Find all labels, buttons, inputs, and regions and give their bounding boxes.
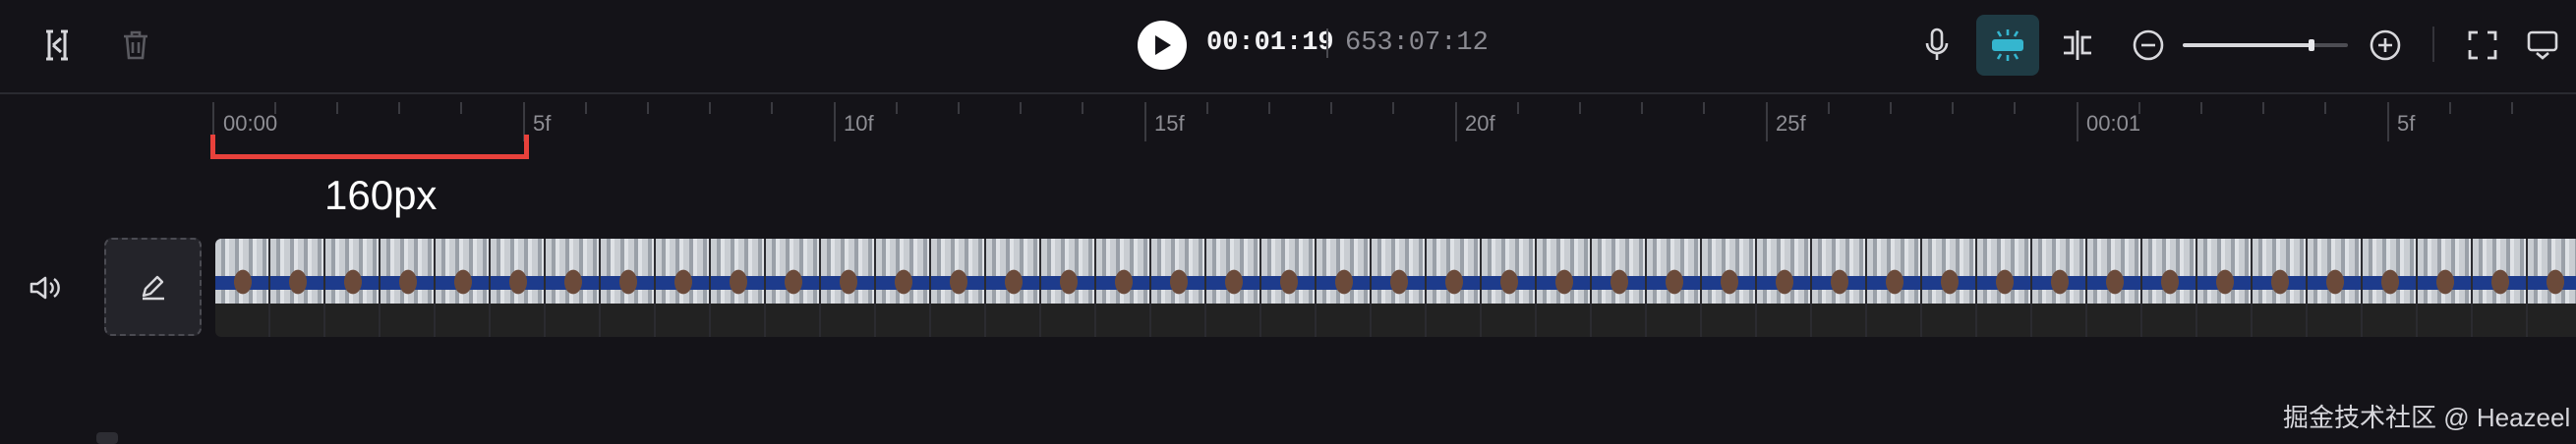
zoom-out-icon[interactable] [2129, 26, 2168, 65]
ruler-minor-tick [2014, 102, 2016, 114]
video-clip-frame-dividers [215, 239, 2576, 337]
split-icon[interactable] [37, 24, 77, 67]
ruler-minor-tick [2511, 102, 2513, 114]
ruler-label: 5f [2397, 111, 2416, 136]
edit-cover-icon [142, 275, 164, 301]
more-icon[interactable] [2523, 26, 2562, 65]
magnet-snap-icon[interactable] [1986, 26, 2029, 65]
ruler-label: 00:00 [223, 111, 278, 136]
zoom-slider-handle[interactable] [2309, 39, 2314, 51]
ruler-minor-tick [1579, 102, 1581, 114]
ruler-minor-tick [1517, 102, 1519, 114]
scrollbar-handle[interactable] [96, 432, 118, 444]
ruler-label: 20f [1465, 111, 1495, 136]
ruler-tick [1766, 102, 1768, 141]
ruler-minor-tick [585, 102, 587, 114]
play-button[interactable] [1138, 21, 1187, 70]
ruler-minor-tick [1020, 102, 1022, 114]
ruler-minor-tick [460, 102, 462, 114]
current-time: 00:01:19 [1206, 28, 1334, 58]
speaker-icon[interactable] [24, 267, 65, 308]
ruler-minor-tick [1330, 102, 1332, 114]
ruler-minor-tick [1392, 102, 1394, 114]
total-duration: 653:07:12 [1345, 28, 1489, 58]
ruler-minor-tick [1641, 102, 1643, 114]
ruler-minor-tick [896, 102, 898, 114]
ruler-label: 5f [533, 111, 552, 136]
ruler-minor-tick [958, 102, 960, 114]
time-separator [1326, 28, 1328, 58]
ruler-tick [1455, 102, 1457, 141]
watermark: 掘金技术社区 @ Heazeel [2283, 403, 2571, 432]
ruler-minor-tick [1952, 102, 1954, 114]
ruler-minor-tick [2449, 102, 2451, 114]
toolbar-divider [2432, 27, 2434, 62]
ruler-tick [834, 102, 836, 141]
ruler-minor-tick [2324, 102, 2326, 114]
ruler-minor-tick [336, 102, 338, 114]
ruler-tick [2077, 102, 2078, 141]
ruler-tick [1144, 102, 1146, 141]
edit-cover-button[interactable] [104, 238, 202, 336]
ruler-minor-tick [1206, 102, 1208, 114]
ruler-minor-tick [647, 102, 649, 114]
play-icon [1155, 35, 1171, 55]
zoom-in-icon[interactable] [2366, 26, 2405, 65]
ruler-minor-tick [1703, 102, 1705, 114]
ruler-tick [2387, 102, 2389, 141]
ruler-minor-tick [1268, 102, 1270, 114]
ruler-minor-tick [1828, 102, 1830, 114]
zoom-slider-fill[interactable] [2183, 43, 2312, 47]
ruler-label: 15f [1154, 111, 1185, 136]
microphone-icon[interactable] [1917, 24, 1957, 67]
trash-icon[interactable] [116, 24, 155, 67]
zoom-slider-track[interactable] [2312, 43, 2348, 47]
ruler-label: 00:01 [2086, 111, 2141, 136]
ruler-label: 25f [1776, 111, 1806, 136]
split-align-icon[interactable] [2058, 24, 2097, 67]
ruler-minor-tick [2200, 102, 2202, 114]
measure-label: 160px [324, 172, 438, 218]
ruler-minor-tick [1082, 102, 1083, 114]
ruler-minor-tick [2262, 102, 2264, 114]
ruler-minor-tick [709, 102, 711, 114]
ruler-label: 10f [844, 111, 874, 136]
timeline-toolbar: 00:01:19 653:07:12 [0, 0, 2576, 94]
ruler-minor-tick [1890, 102, 1892, 114]
ruler-minor-tick [771, 102, 773, 114]
measure-bracket [210, 135, 529, 159]
ruler-minor-tick [398, 102, 400, 114]
fit-screen-icon[interactable] [2463, 26, 2502, 65]
